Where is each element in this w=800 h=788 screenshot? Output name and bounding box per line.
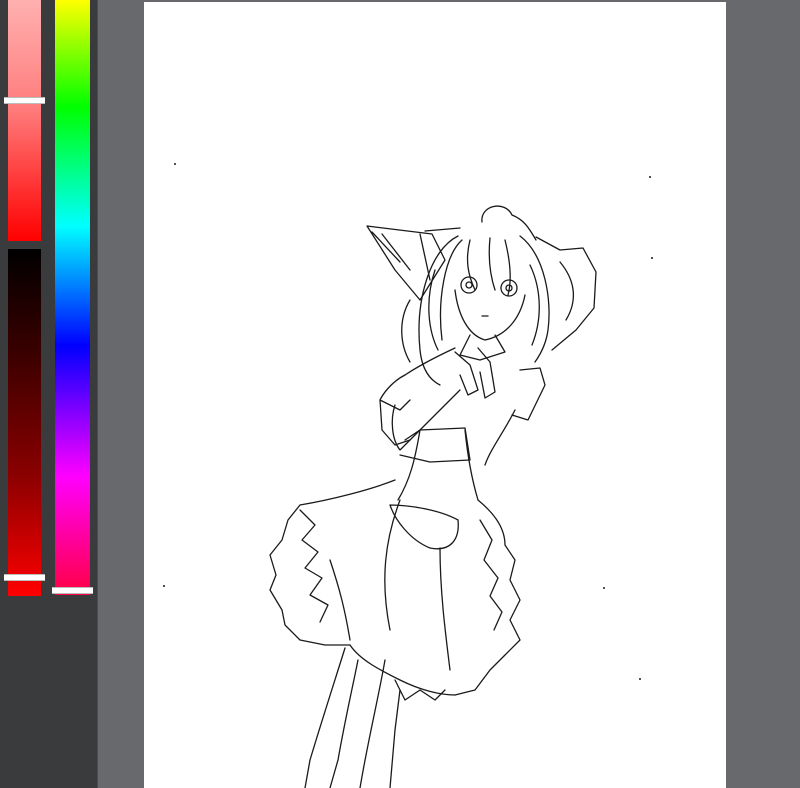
lightness-slider-handle[interactable] [4,97,45,104]
panel-divider [97,0,98,788]
color-picker-panel [0,0,97,788]
line-art-drawing [163,163,653,788]
drawing-canvas[interactable] [144,2,726,788]
saturation-slider-handle[interactable] [4,574,45,581]
hue-slider-handle[interactable] [52,587,93,594]
lightness-slider[interactable] [4,0,45,241]
saturation-slider[interactable] [4,249,45,596]
hue-slider[interactable] [52,0,93,595]
